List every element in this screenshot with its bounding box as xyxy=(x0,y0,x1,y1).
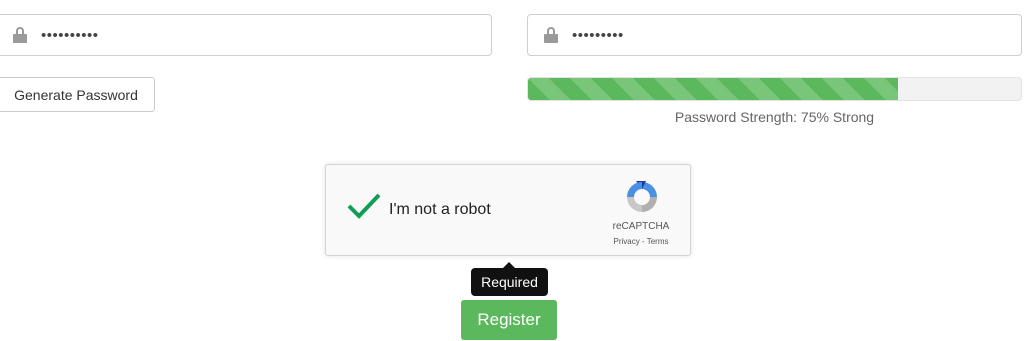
recaptcha-logo-icon xyxy=(627,181,657,212)
password-strength-label: Password Strength: 75% Strong xyxy=(674,109,875,125)
lock-icon xyxy=(13,27,27,43)
recaptcha-brand: reCAPTCHA xyxy=(612,221,670,232)
checkmark-icon[interactable] xyxy=(346,191,382,221)
password-strength-bar xyxy=(527,77,1022,101)
recaptcha-widget: I'm not a robot reCAPTCHA Privacy - Term… xyxy=(325,164,691,256)
recaptcha-privacy-terms-links[interactable]: Privacy - Terms xyxy=(594,237,688,246)
generate-password-button[interactable]: Generate Password xyxy=(0,77,155,112)
register-button[interactable]: Register xyxy=(461,300,557,340)
password-strength-fill xyxy=(528,78,898,100)
required-tooltip: Required xyxy=(471,268,548,296)
captcha-label: I'm not a robot xyxy=(389,201,491,218)
password-input[interactable]: •••••••••• xyxy=(0,14,492,56)
password-masked-value: •••••••••• xyxy=(41,26,99,44)
lock-icon xyxy=(544,27,558,43)
confirm-password-masked-value: ••••••••• xyxy=(572,26,624,44)
confirm-password-input[interactable]: ••••••••• xyxy=(527,14,1022,56)
